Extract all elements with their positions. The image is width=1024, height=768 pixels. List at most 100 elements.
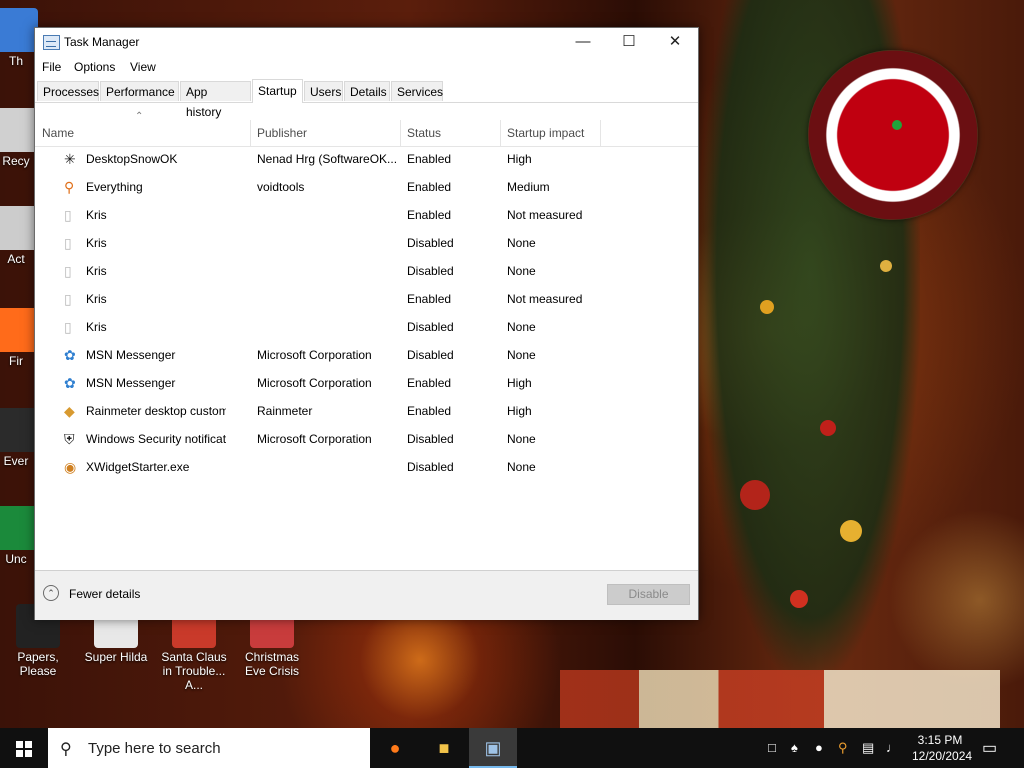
startup-item-impact: High <box>507 152 532 166</box>
startup-item-status: Enabled <box>407 208 452 222</box>
column-separator[interactable] <box>500 120 501 146</box>
column-separator[interactable] <box>250 120 251 146</box>
magnifier-icon: ⚲ <box>64 179 75 195</box>
close-button[interactable]: ✕ <box>652 28 698 57</box>
clock-center-icon <box>892 120 902 130</box>
table-row[interactable]: ✿ MSN Messenger Microsoft Corporation Enabl… <box>35 369 698 397</box>
blank-file-icon: ▯ <box>64 235 72 251</box>
table-row[interactable]: ✿ MSN Messenger Microsoft Corporation Disab… <box>35 341 698 369</box>
table-row[interactable]: ◉ XWidgetStarter.exe Disabled None <box>35 453 698 481</box>
column-separator[interactable] <box>600 120 601 146</box>
startup-item-name: Kris <box>86 236 107 250</box>
table-row[interactable]: ▯ Kris Enabled Not measured <box>35 285 698 313</box>
volume-muted-icon[interactable]: ♩ <box>886 740 899 755</box>
everything-tray-icon[interactable]: ⚲ <box>838 740 848 756</box>
startup-item-impact: None <box>507 320 536 334</box>
desktop-clock-widget[interactable] <box>808 50 978 220</box>
msn-icon: ✿ <box>64 347 76 363</box>
menu-file[interactable]: File <box>42 60 61 74</box>
column-status[interactable]: Status <box>407 126 441 140</box>
network-people-icon[interactable]: ♠ <box>791 740 798 755</box>
startup-item-publisher: Rainmeter <box>257 404 313 418</box>
table-row[interactable]: ⛨ Windows Security notificati... Microsoft… <box>35 425 698 453</box>
disable-button[interactable]: Disable <box>607 584 690 605</box>
app-icon <box>0 308 38 352</box>
table-row[interactable]: ▯ Kris Disabled None <box>35 229 698 257</box>
start-button[interactable] <box>0 728 48 768</box>
fewer-details-link[interactable]: Fewer details <box>69 587 140 601</box>
startup-item-impact: Not measured <box>507 208 583 222</box>
tab-services[interactable]: Services <box>391 81 443 101</box>
desktop-icon-label: Christmas Eve Crisis <box>244 650 299 678</box>
startup-item-impact: Not measured <box>507 292 583 306</box>
chevron-up-icon[interactable]: ⌃ <box>43 585 59 601</box>
tab-performance[interactable]: Performance <box>100 81 179 101</box>
minimize-button[interactable]: — <box>560 28 606 57</box>
ornament <box>790 590 808 608</box>
startup-item-publisher: voidtools <box>257 180 305 194</box>
app-icon <box>0 108 38 152</box>
ornament <box>760 300 774 314</box>
startup-item-publisher: Microsoft Corporation <box>257 348 372 362</box>
task-manager-window[interactable]: Task Manager — ☐ ✕ File Options View Pro… <box>34 27 699 620</box>
task-manager-icon <box>43 35 60 50</box>
taskbar-search-box[interactable]: ⚲ Type here to search <box>48 728 370 768</box>
menu-view[interactable]: View <box>130 60 156 74</box>
tab-details[interactable]: Details <box>344 81 390 101</box>
startup-item-status: Disabled <box>407 264 454 278</box>
column-separator[interactable] <box>400 120 401 146</box>
table-row[interactable]: ✳ DesktopSnowOK Nenad Hrg (SoftwareOK... En… <box>35 145 698 173</box>
file-explorer-icon[interactable]: ■ <box>420 728 468 768</box>
startup-item-name: MSN Messenger <box>86 348 176 362</box>
column-publisher[interactable]: Publisher <box>257 126 307 140</box>
tab-processes[interactable]: Processes <box>37 81 99 101</box>
startup-item-impact: Medium <box>507 180 550 194</box>
startup-item-name: Kris <box>86 292 107 306</box>
startup-item-status: Enabled <box>407 152 452 166</box>
table-row[interactable]: ▯ Kris Disabled None <box>35 313 698 341</box>
msn-icon: ✿ <box>64 375 76 391</box>
table-row[interactable]: ▯ Kris Disabled None <box>35 257 698 285</box>
search-icon: ⚲ <box>60 741 72 758</box>
taskbar-clock[interactable]: 3:15 PM 12/20/2024 <box>912 732 972 764</box>
menu-options[interactable]: Options <box>74 60 115 74</box>
startup-item-publisher: Nenad Hrg (SoftwareOK... <box>257 152 397 166</box>
table-row[interactable]: ◆ Rainmeter desktop customiz... Rainmeter E… <box>35 397 698 425</box>
startup-item-status: Enabled <box>407 404 452 418</box>
startup-item-impact: None <box>507 236 536 250</box>
task-manager-taskbar-icon[interactable]: ▣ <box>469 728 517 768</box>
network-icon[interactable]: ▤ <box>862 740 874 756</box>
menu-bar: File Options View <box>35 57 698 78</box>
maximize-button[interactable]: ☐ <box>606 28 652 57</box>
startup-item-status: Disabled <box>407 236 454 250</box>
blank-file-icon: ▯ <box>64 291 72 307</box>
startup-item-status: Enabled <box>407 292 452 306</box>
shield-icon: ⛨ <box>64 431 75 447</box>
taskbar: ⚲ Type here to search ● ■ ▣ □ ♠ ● ⚲ ▤ ♩ … <box>0 728 1024 768</box>
startup-item-status: Disabled <box>407 348 454 362</box>
startup-item-publisher: Microsoft Corporation <box>257 432 372 446</box>
startup-item-impact: None <box>507 432 536 446</box>
table-row[interactable]: ⚲ Everything voidtools Enabled Medium <box>35 173 698 201</box>
task-view-icon[interactable]: □ <box>768 740 776 755</box>
ornament <box>880 260 892 272</box>
notifications-icon[interactable]: ▭ <box>982 738 997 758</box>
title-bar[interactable]: Task Manager — ☐ ✕ <box>35 28 698 57</box>
xwidget-icon: ◉ <box>64 459 77 475</box>
ornament <box>820 420 836 436</box>
tab-app-history[interactable]: App history <box>180 81 251 119</box>
column-name[interactable]: Name <box>42 126 74 140</box>
window-title: Task Manager <box>64 35 140 49</box>
tab-startup[interactable]: Startup <box>252 79 303 103</box>
raindrop-icon[interactable]: ● <box>815 740 823 755</box>
startup-item-publisher: Microsoft Corporation <box>257 376 372 390</box>
startup-item-impact: None <box>507 460 536 474</box>
gift-boxes-decoration <box>560 670 1000 728</box>
startup-item-impact: High <box>507 404 532 418</box>
tab-users[interactable]: Users <box>304 81 343 101</box>
column-startup-impact[interactable]: Startup impact <box>507 126 584 140</box>
table-row[interactable]: ▯ Kris Enabled Not measured <box>35 201 698 229</box>
firefox-icon[interactable]: ● <box>371 728 419 768</box>
ornament <box>840 520 862 542</box>
blank-file-icon: ▯ <box>64 263 72 279</box>
